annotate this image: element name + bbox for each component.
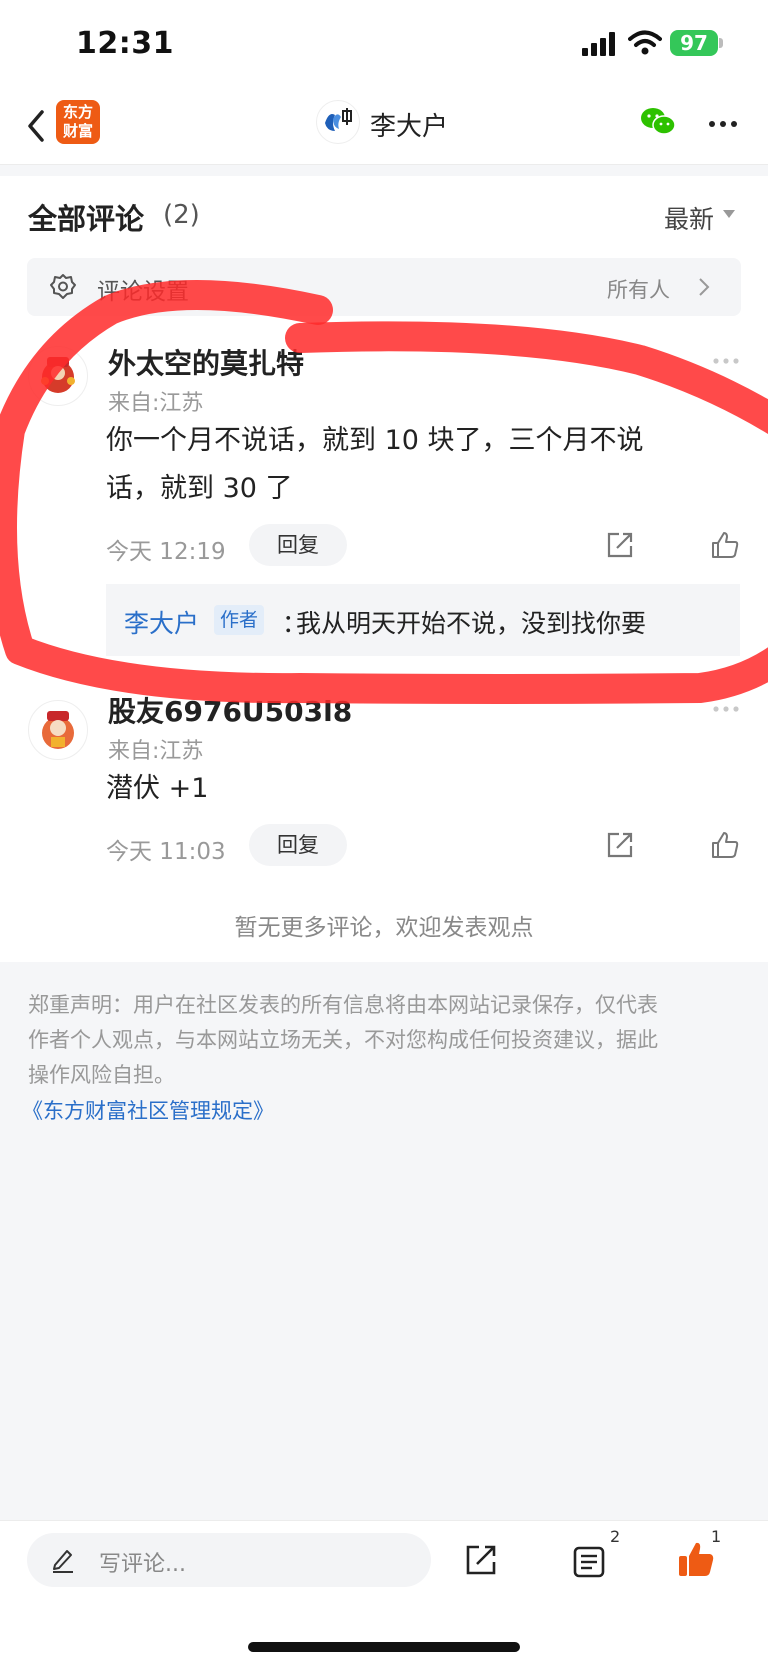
app-logo-line1: 东方 xyxy=(62,103,93,121)
sort-selector[interactable]: 最新 xyxy=(664,200,714,236)
caret-down-icon[interactable] xyxy=(723,210,735,218)
community-rules-link[interactable]: 《东方财富社区管理规定》 xyxy=(22,1095,274,1125)
no-more-comments: 暂无更多评论，欢迎发表观点 xyxy=(234,915,534,941)
likes-count-badge: 1 xyxy=(711,1527,722,1546)
battery-tip xyxy=(719,38,723,48)
commenter-location: 来自:江苏 xyxy=(108,739,204,764)
nav-bar: 东方 财富 李大户 xyxy=(0,88,768,165)
home-indicator xyxy=(248,1642,520,1652)
gear-icon xyxy=(50,274,76,299)
disclaimer-line1: 郑重声明：用户在社区发表的所有信息将由本网站记录保存，仅代表 xyxy=(28,993,658,1017)
comment-text-line1: 你一个月不说话，就到 10 块了，三个月不说 xyxy=(106,425,644,456)
comments-title: 全部评论 xyxy=(28,202,145,236)
reply-author-name[interactable]: 李大户 xyxy=(124,604,199,640)
author-reply-box[interactable]: 李大户 作者 ： 我从明天开始不说，没到找你要 xyxy=(106,584,740,656)
company-logo-icon xyxy=(325,108,352,131)
wechat-icon[interactable] xyxy=(640,106,676,136)
comment-text-line2: 话，就到 30 了 xyxy=(106,473,293,504)
chevron-right-icon xyxy=(699,278,710,296)
battery-indicator: 97 xyxy=(670,30,718,56)
status-time: 12:31 xyxy=(76,26,174,61)
reply-button[interactable]: 回复 xyxy=(249,524,347,566)
write-comment-placeholder: 写评论... xyxy=(99,1552,186,1577)
comment-text: 潜伏 +1 xyxy=(106,773,209,804)
comments-count: (2) xyxy=(163,200,200,230)
write-comment-input[interactable]: 写评论... xyxy=(27,1533,431,1587)
commenter-avatar[interactable] xyxy=(28,346,88,406)
status-bar: 12:31 97 xyxy=(0,0,768,88)
author-avatar[interactable] xyxy=(316,100,360,144)
more-dots-icon[interactable] xyxy=(708,120,738,128)
pencil-icon xyxy=(53,1550,73,1573)
page-title: 李大户 xyxy=(370,112,449,142)
disclaimer: 郑重声明：用户在社区发表的所有信息将由本网站记录保存，仅代表 作者个人观点，与本… xyxy=(28,988,740,1093)
thumbs-up-filled-icon[interactable] xyxy=(676,1539,716,1579)
app-logo[interactable]: 东方 财富 xyxy=(56,100,100,144)
commenter-avatar[interactable] xyxy=(28,700,88,760)
battery-level: 97 xyxy=(680,31,708,55)
app-logo-line2: 财富 xyxy=(62,122,93,140)
comment-time: 今天 12:19 xyxy=(106,539,226,565)
commenter-name[interactable]: 股友6976U503l8 xyxy=(108,690,352,730)
comments-icon[interactable] xyxy=(572,1545,606,1579)
comment-more-icon[interactable] xyxy=(712,357,740,365)
comment-settings-row[interactable]: 评论设置 所有人 xyxy=(27,258,741,316)
god-of-wealth-avatar-icon xyxy=(42,711,74,749)
share-icon[interactable] xyxy=(605,830,635,860)
comment-settings-value: 所有人 xyxy=(607,278,670,302)
cellular-signal-icon xyxy=(582,32,615,56)
comment-time: 今天 11:03 xyxy=(106,839,226,865)
comments-count-badge: 2 xyxy=(610,1527,621,1546)
thumbs-up-icon[interactable] xyxy=(710,830,740,860)
commenter-location: 来自:江苏 xyxy=(108,391,204,416)
author-badge: 作者 xyxy=(214,605,265,635)
comment-more-icon[interactable] xyxy=(712,705,740,713)
thumbs-up-icon[interactable] xyxy=(710,530,740,560)
reply-text: 我从明天开始不说，没到找你要 xyxy=(296,609,647,638)
wifi-icon xyxy=(628,30,662,55)
disclaimer-line3: 操作风险自担。 xyxy=(28,1063,175,1087)
reply-button[interactable]: 回复 xyxy=(249,824,347,866)
comment-settings-label: 评论设置 xyxy=(97,279,189,305)
share-icon[interactable] xyxy=(605,530,635,560)
god-of-wealth-avatar-icon xyxy=(41,357,75,393)
disclaimer-line2: 作者个人观点，与本网站立场无关，不对您构成任何投资建议，据此 xyxy=(28,1028,658,1052)
back-chevron-icon[interactable] xyxy=(22,106,52,146)
commenter-name[interactable]: 外太空的莫扎特 xyxy=(108,342,304,382)
share-icon[interactable] xyxy=(464,1543,498,1577)
